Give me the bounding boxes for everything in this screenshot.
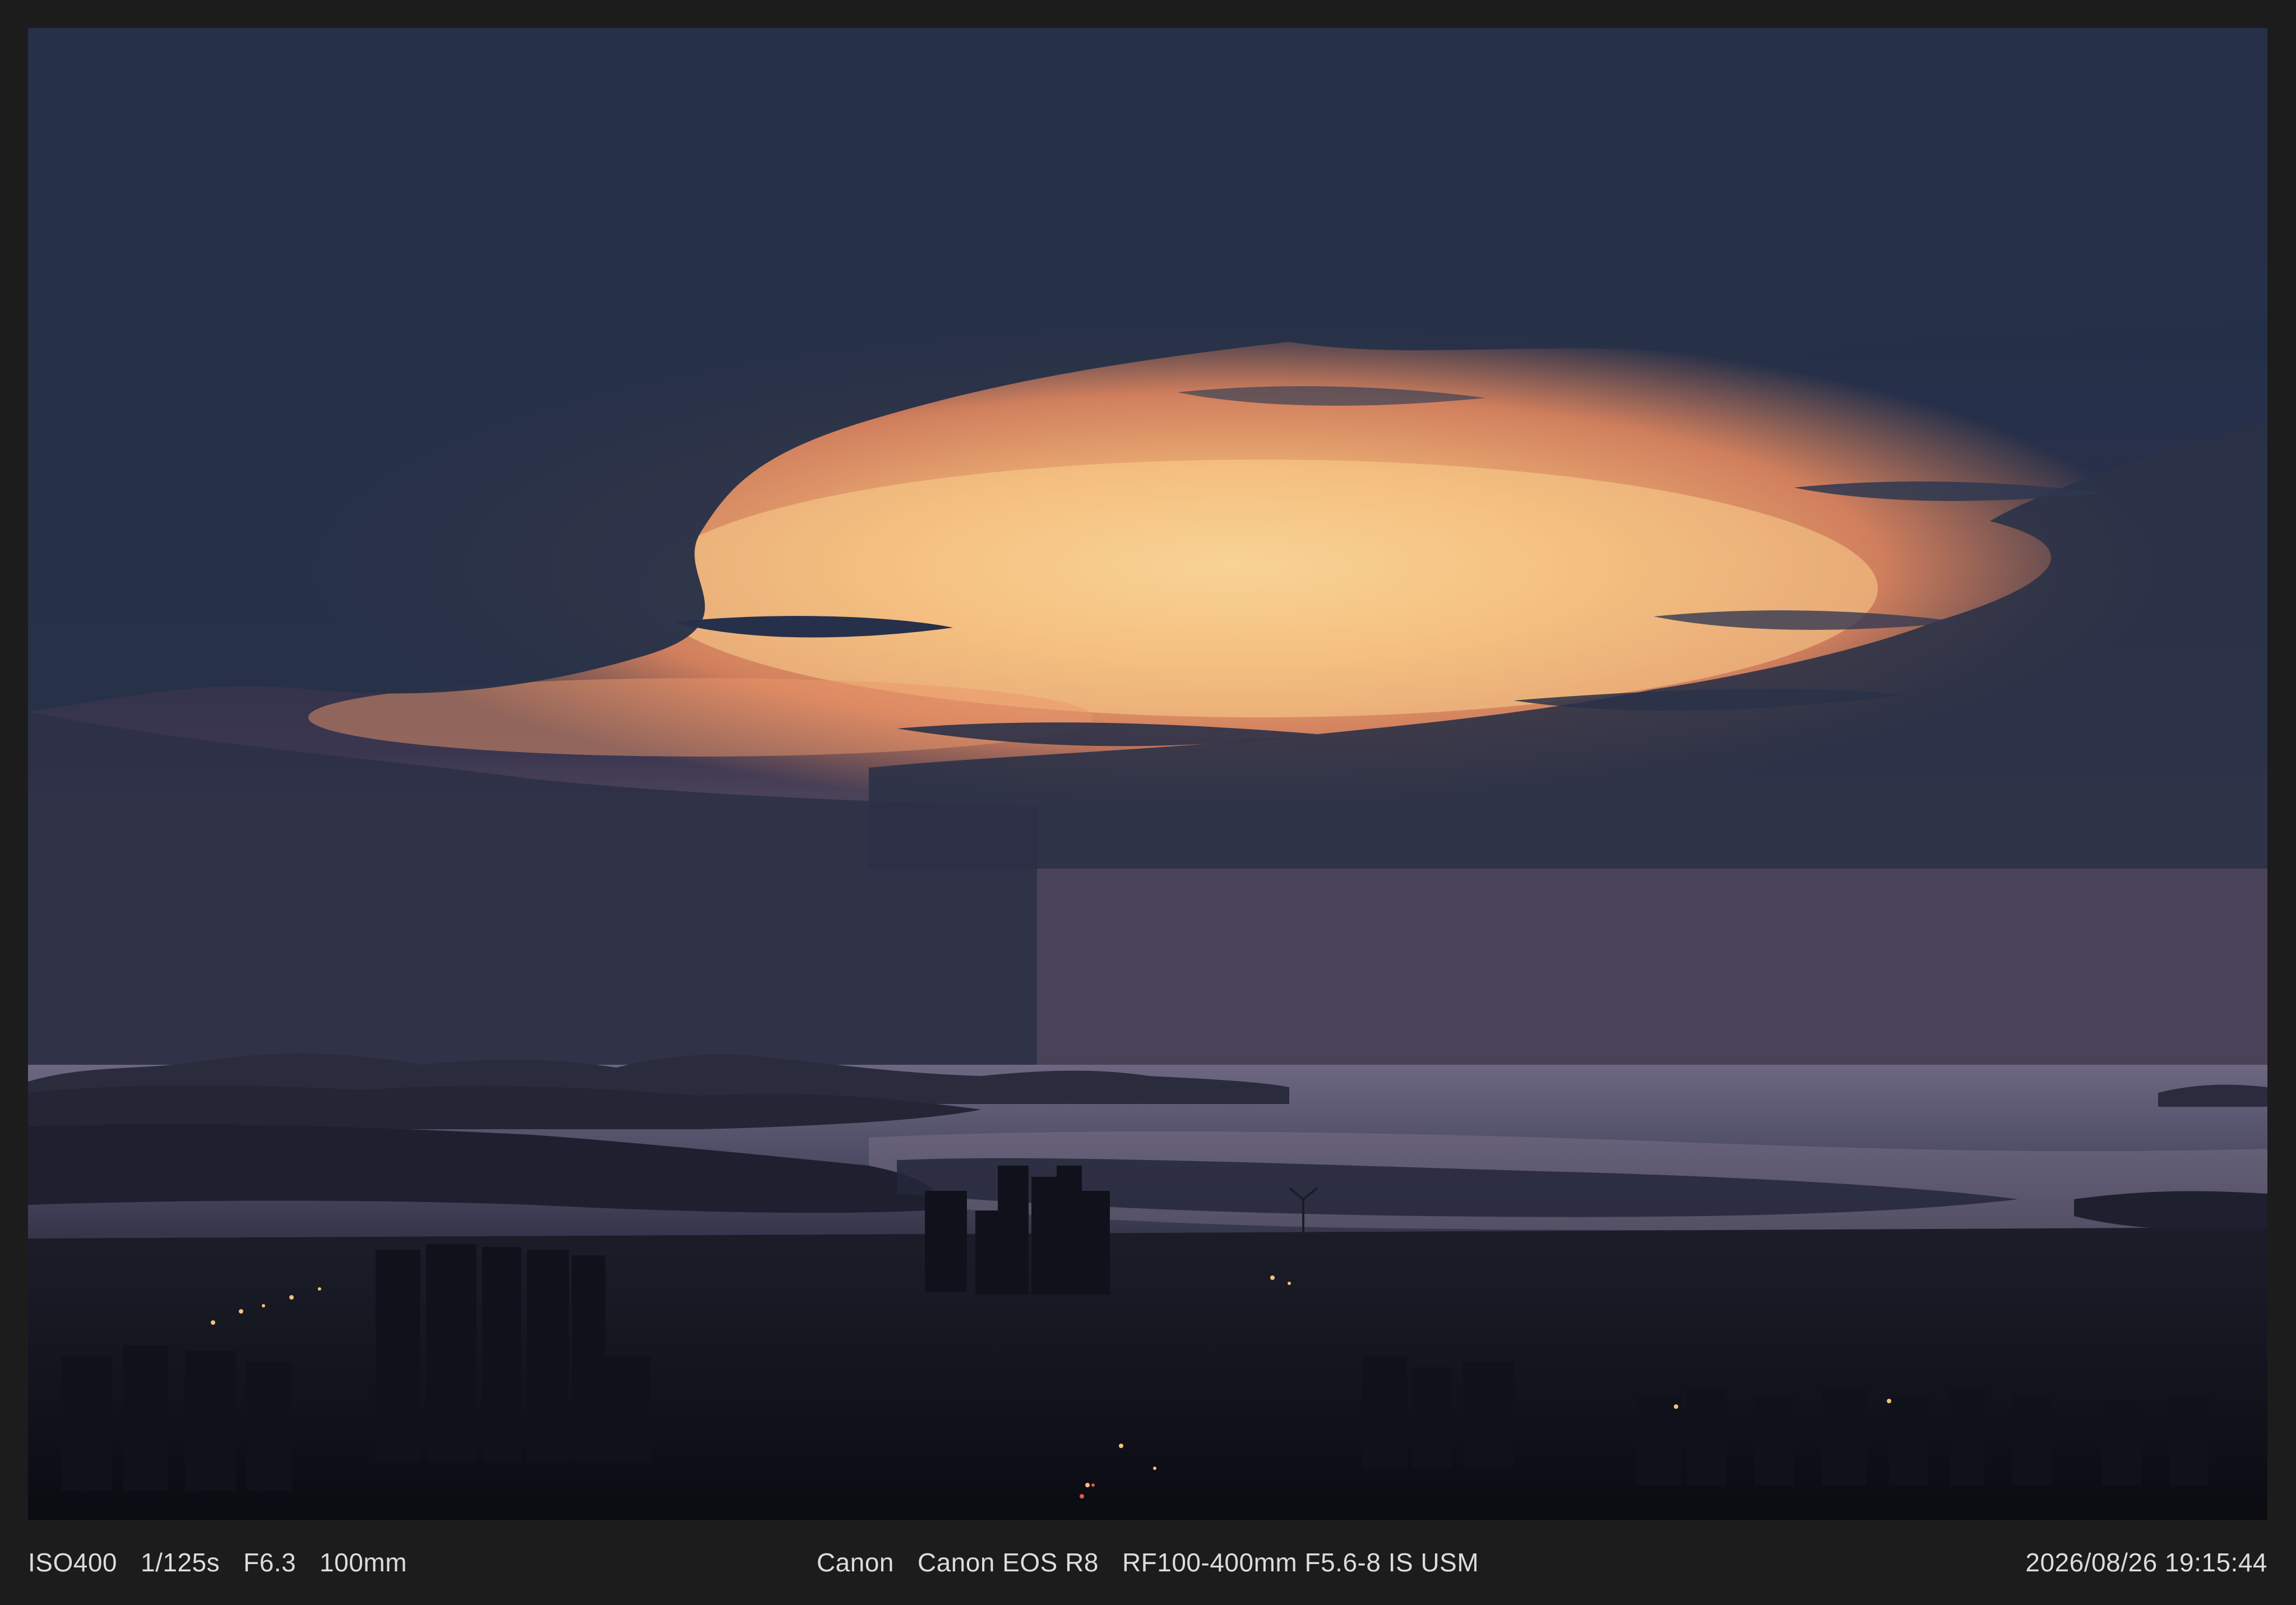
- photo: [28, 28, 2267, 1520]
- camera-make: Canon: [816, 1548, 894, 1577]
- exif-caption-bar: ISO400 1/125s F6.3 100mm Canon Canon EOS…: [28, 1520, 2267, 1605]
- exposure-settings: ISO400 1/125s F6.3 100mm: [28, 1547, 407, 1578]
- iso-value: ISO400: [28, 1548, 117, 1577]
- focal-length: 100mm: [320, 1548, 408, 1577]
- shutter-speed: 1/125s: [141, 1548, 220, 1577]
- capture-datetime: 2026/08/26 19:15:44: [2025, 1548, 2267, 1577]
- aperture-value: F6.3: [243, 1548, 297, 1577]
- capture-datetime-group: 2026/08/26 19:15:44: [2025, 1547, 2267, 1578]
- camera-model: Canon EOS R8: [917, 1548, 1099, 1577]
- lens-model: RF100-400mm F5.6-8 IS USM: [1122, 1548, 1479, 1577]
- sunset-landscape-photo: [28, 28, 2267, 1520]
